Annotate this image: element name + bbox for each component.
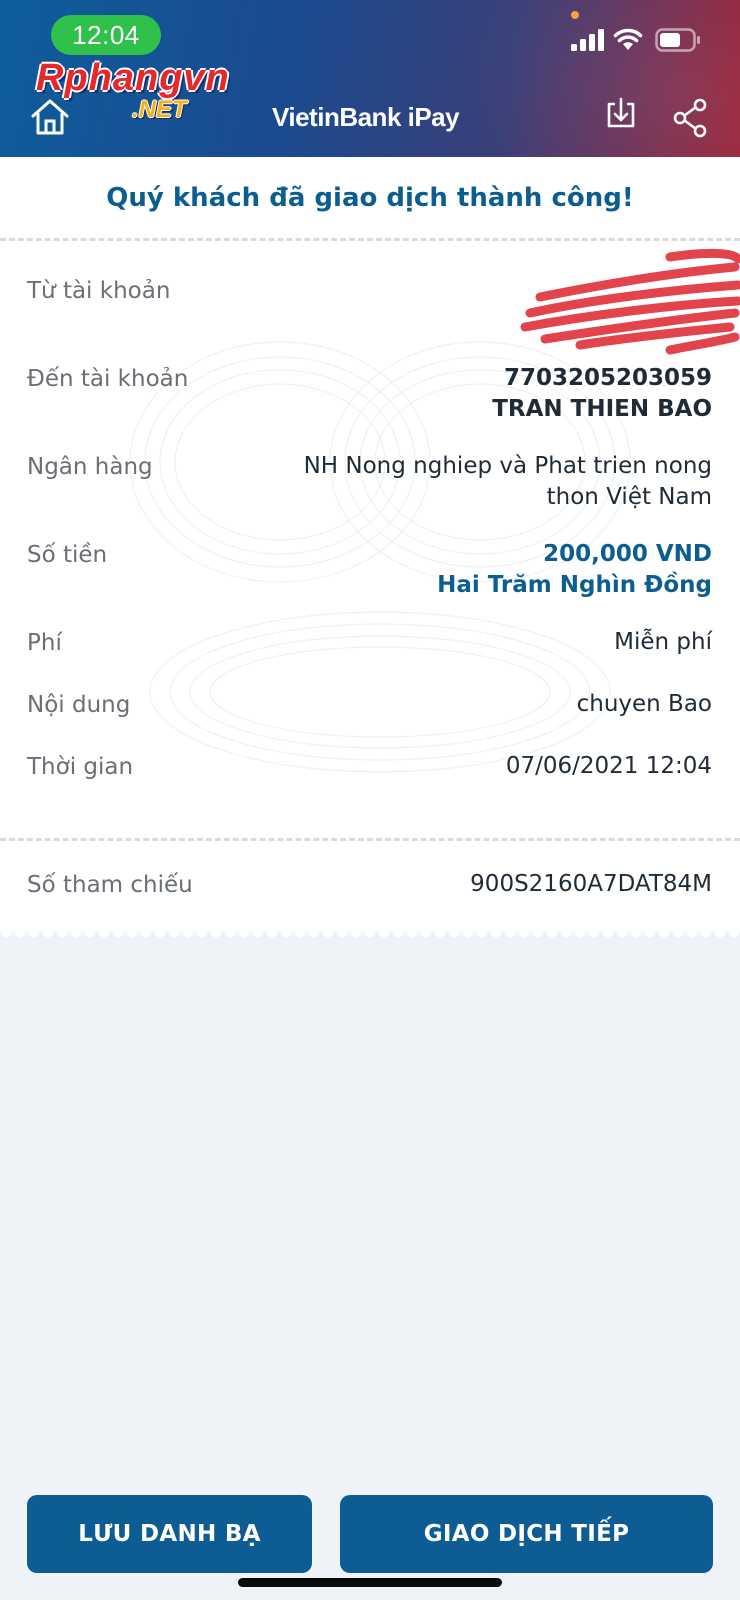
receipt-torn-edge	[0, 932, 740, 942]
success-message: Quý khách đã giao dịch thành công!	[106, 183, 634, 213]
time-label: Thời gian	[27, 754, 134, 780]
redaction-scribble	[520, 248, 740, 355]
download-icon[interactable]	[606, 96, 636, 136]
privacy-indicator-icon	[571, 11, 579, 19]
reference-value: 900S2160A7DAT84M	[470, 871, 712, 897]
signal-icon	[571, 29, 604, 51]
watermark-text: Rphangvn	[36, 57, 230, 99]
home-icon[interactable]	[30, 98, 70, 136]
home-indicator[interactable]	[238, 1578, 502, 1587]
battery-icon	[655, 28, 700, 52]
divider	[0, 838, 740, 841]
app-brand: VietinBank iPay	[272, 102, 460, 132]
amount-in-words: Hai Trăm Nghìn Đồng	[437, 572, 712, 598]
to-account-name: TRAN THIEN BAO	[492, 396, 712, 422]
content-label: Nội dung	[27, 692, 131, 718]
amount-value: 200,000 VND	[543, 541, 712, 567]
divider	[0, 238, 740, 241]
reference-label: Số tham chiếu	[27, 872, 193, 898]
to-account-number: 7703205203059	[503, 365, 712, 391]
app-header: 12:04 Rphangvn .NET VietinBank iPay	[0, 0, 740, 157]
content-value: chuyen Bao	[576, 691, 712, 717]
amount-label: Số tiền	[27, 542, 108, 568]
save-contact-button[interactable]: LƯU DANH BẠ	[27, 1495, 312, 1573]
time-value: 07/06/2021 12:04	[505, 753, 712, 779]
share-icon[interactable]	[672, 98, 708, 138]
fee-value: Miễn phí	[614, 629, 712, 655]
watermark-logo: Rphangvn .NET	[36, 56, 266, 128]
to-account-label: Đến tài khoản	[27, 366, 189, 392]
next-transaction-button[interactable]: GIAO DỊCH TIẾP	[340, 1495, 713, 1573]
bank-name-line1: NH Nong nghiep và Phat trien nong	[303, 453, 712, 479]
watermark-net: .NET	[132, 96, 187, 123]
fee-label: Phí	[27, 630, 62, 656]
bank-label: Ngân hàng	[27, 454, 153, 480]
status-time: 12:04	[51, 15, 161, 55]
from-account-label: Từ tài khoản	[27, 278, 171, 304]
wifi-icon	[613, 28, 643, 50]
transaction-receipt: Quý khách đã giao dịch thành công! Từ tà…	[0, 157, 740, 932]
bank-name-line2: thon Việt Nam	[546, 484, 712, 510]
